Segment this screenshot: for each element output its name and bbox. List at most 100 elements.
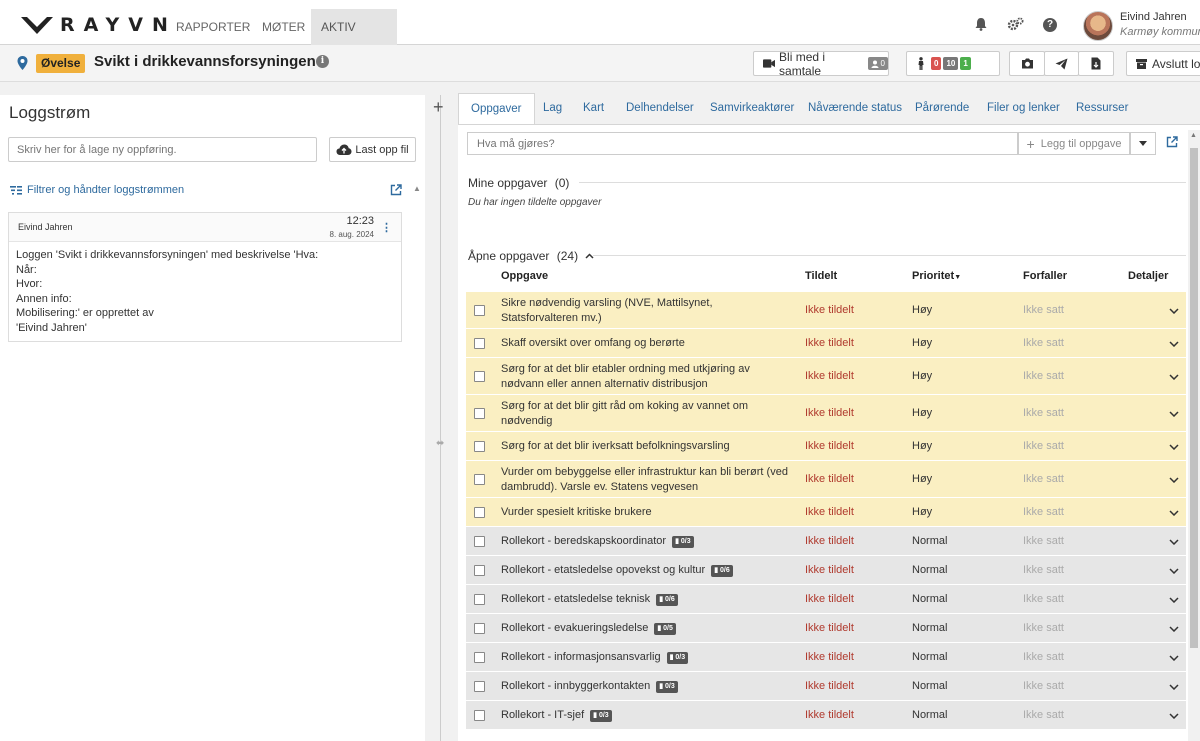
user-name[interactable]: Eivind Jahren bbox=[1120, 11, 1187, 23]
task-priority[interactable]: Normal bbox=[912, 593, 947, 605]
task-row[interactable]: Rollekort - evakueringsledelse ▮ 0/5 Ikke … bbox=[466, 614, 1186, 643]
task-row[interactable]: Sikre nødvendig varsling (NVE, Mattilsyn… bbox=[466, 292, 1186, 329]
task-row[interactable]: Rollekort - beredskapskoordinator ▮ 0/3 Ik… bbox=[466, 527, 1186, 556]
task-due-date[interactable]: Ikke satt bbox=[1023, 370, 1064, 382]
add-task-dropdown[interactable] bbox=[1130, 132, 1156, 155]
column-header-due[interactable]: Forfaller bbox=[1023, 270, 1067, 282]
chevron-down-icon[interactable] bbox=[1169, 509, 1179, 516]
chevron-down-icon[interactable] bbox=[1169, 683, 1179, 690]
task-due-date[interactable]: Ikke satt bbox=[1023, 535, 1064, 547]
help-icon[interactable]: ? bbox=[1043, 18, 1057, 32]
chevron-down-icon[interactable] bbox=[1169, 476, 1179, 483]
task-checkbox[interactable] bbox=[474, 680, 485, 692]
task-priority[interactable]: Høy bbox=[912, 407, 932, 419]
add-task-button[interactable]: + Legg til oppgave bbox=[1018, 132, 1130, 155]
external-link-icon[interactable] bbox=[390, 184, 402, 196]
task-due-date[interactable]: Ikke satt bbox=[1023, 506, 1064, 518]
task-assignee[interactable]: Ikke tildelt bbox=[805, 535, 854, 547]
tab-ressurser[interactable]: Ressurser bbox=[1076, 93, 1128, 124]
new-task-input[interactable] bbox=[467, 132, 1018, 155]
task-priority[interactable]: Normal bbox=[912, 535, 947, 547]
task-assignee[interactable]: Ikke tildelt bbox=[805, 709, 854, 721]
task-title[interactable]: Rollekort - etatsledelse teknisk ▮ 0/6 bbox=[501, 592, 791, 607]
task-due-date[interactable]: Ikke satt bbox=[1023, 337, 1064, 349]
task-checkbox[interactable] bbox=[474, 709, 485, 721]
send-button[interactable] bbox=[1044, 51, 1079, 76]
end-log-button[interactable]: Avslutt logg bbox=[1126, 51, 1200, 76]
chevron-down-icon[interactable] bbox=[1169, 410, 1179, 417]
task-checkbox[interactable] bbox=[474, 304, 485, 316]
task-title[interactable]: Sørg for at det blir gitt råd om koking … bbox=[501, 399, 791, 429]
chevron-down-icon[interactable] bbox=[1169, 538, 1179, 545]
task-checkbox[interactable] bbox=[474, 593, 485, 605]
scroll-up-arrow[interactable]: ▲ bbox=[413, 184, 421, 193]
task-priority[interactable]: Normal bbox=[912, 709, 947, 721]
tab-filer-og-lenker[interactable]: Filer og lenker bbox=[987, 93, 1060, 124]
task-assignee[interactable]: Ikke tildelt bbox=[805, 370, 854, 382]
task-due-date[interactable]: Ikke satt bbox=[1023, 473, 1064, 485]
chevron-down-icon[interactable] bbox=[1169, 654, 1179, 661]
scroll-up-arrow[interactable]: ▲ bbox=[1190, 132, 1197, 139]
task-checkbox[interactable] bbox=[474, 535, 485, 547]
chevron-down-icon[interactable] bbox=[1169, 712, 1179, 719]
join-call-button[interactable]: Bli med i samtale 0 bbox=[753, 50, 889, 78]
task-checkbox[interactable] bbox=[474, 440, 485, 452]
task-assignee[interactable]: Ikke tildelt bbox=[805, 506, 854, 518]
task-priority[interactable]: Høy bbox=[912, 506, 932, 518]
chevron-down-icon[interactable] bbox=[1169, 373, 1179, 380]
chevron-down-icon[interactable] bbox=[1169, 307, 1179, 314]
task-title[interactable]: Rollekort - IT-sjef ▮ 0/3 bbox=[501, 708, 791, 723]
task-due-date[interactable]: Ikke satt bbox=[1023, 304, 1064, 316]
task-title[interactable]: Sikre nødvendig varsling (NVE, Mattilsyn… bbox=[501, 296, 791, 326]
task-title[interactable]: Vurder om bebyggelse eller infrastruktur… bbox=[501, 465, 791, 495]
task-title[interactable]: Vurder spesielt kritiske brukere bbox=[501, 505, 791, 520]
tab-lag[interactable]: Lag bbox=[543, 93, 562, 124]
chevron-down-icon[interactable] bbox=[1169, 567, 1179, 574]
rayvn-logo[interactable]: RAYVN bbox=[20, 14, 177, 36]
task-priority[interactable]: Høy bbox=[912, 337, 932, 349]
task-assignee[interactable]: Ikke tildelt bbox=[805, 304, 854, 316]
screenshot-button[interactable] bbox=[1009, 51, 1045, 76]
scrollbar[interactable]: ▲ bbox=[1188, 130, 1200, 741]
tab-samvirkeaktorer[interactable]: Samvirkeaktører bbox=[710, 93, 794, 124]
task-assignee[interactable]: Ikke tildelt bbox=[805, 593, 854, 605]
new-log-entry-input[interactable] bbox=[8, 137, 317, 162]
task-checkbox[interactable] bbox=[474, 370, 485, 382]
task-due-date[interactable]: Ikke satt bbox=[1023, 651, 1064, 663]
task-assignee[interactable]: Ikke tildelt bbox=[805, 680, 854, 692]
chevron-down-icon[interactable] bbox=[1169, 340, 1179, 347]
task-assignee[interactable]: Ikke tildelt bbox=[805, 651, 854, 663]
task-assignee[interactable]: Ikke tildelt bbox=[805, 564, 854, 576]
task-checkbox[interactable] bbox=[474, 473, 485, 485]
task-row[interactable]: Rollekort - informasjonsansvarlig ▮ 0/3 Ik… bbox=[466, 643, 1186, 672]
avatar[interactable] bbox=[1083, 11, 1113, 41]
task-assignee[interactable]: Ikke tildelt bbox=[805, 622, 854, 634]
task-row[interactable]: Vurder spesielt kritiske brukere Ikke til… bbox=[466, 498, 1186, 527]
task-checkbox[interactable] bbox=[474, 407, 485, 419]
task-due-date[interactable]: Ikke satt bbox=[1023, 407, 1064, 419]
task-title[interactable]: Sørg for at det blir etabler ordning med… bbox=[501, 362, 791, 392]
task-row[interactable]: Rollekort - IT-sjef ▮ 0/3 Ikke tildelt Norm… bbox=[466, 701, 1186, 730]
chevron-down-icon[interactable] bbox=[1169, 625, 1179, 632]
task-due-date[interactable]: Ikke satt bbox=[1023, 709, 1064, 721]
task-priority[interactable]: Høy bbox=[912, 304, 932, 316]
task-priority[interactable]: Høy bbox=[912, 370, 932, 382]
task-title[interactable]: Rollekort - informasjonsansvarlig ▮ 0/3 bbox=[501, 650, 791, 665]
task-priority[interactable]: Normal bbox=[912, 564, 947, 576]
nav-aktiv-logg[interactable]: AKTIV LOGG bbox=[311, 9, 397, 70]
tab-oppgaver[interactable]: Oppgaver bbox=[458, 93, 535, 124]
chevron-down-icon[interactable] bbox=[1169, 443, 1179, 450]
task-row[interactable]: Skaff oversikt over omfang og berørte Ikk… bbox=[466, 329, 1186, 358]
task-row[interactable]: Sørg for at det blir etabler ordning med… bbox=[466, 358, 1186, 395]
add-panel-button[interactable]: + bbox=[433, 97, 444, 118]
task-priority[interactable]: Høy bbox=[912, 473, 932, 485]
tab-navaerende-status[interactable]: Nåværende status bbox=[808, 93, 902, 124]
task-title[interactable]: Rollekort - etatsledelse opovekst og kul… bbox=[501, 563, 791, 578]
external-link-icon[interactable] bbox=[1166, 136, 1178, 148]
filter-log-link[interactable]: Filtrer og håndter loggstrømmen bbox=[10, 184, 184, 196]
task-row[interactable]: Rollekort - etatsledelse teknisk ▮ 0/6 Ikk… bbox=[466, 585, 1186, 614]
task-priority[interactable]: Normal bbox=[912, 680, 947, 692]
open-tasks-heading[interactable]: Åpne oppgaver (24) bbox=[468, 249, 594, 263]
status-counts-button[interactable]: 0 10 1 bbox=[906, 51, 1000, 76]
task-row[interactable]: Sørg for at det blir gitt råd om koking … bbox=[466, 395, 1186, 432]
